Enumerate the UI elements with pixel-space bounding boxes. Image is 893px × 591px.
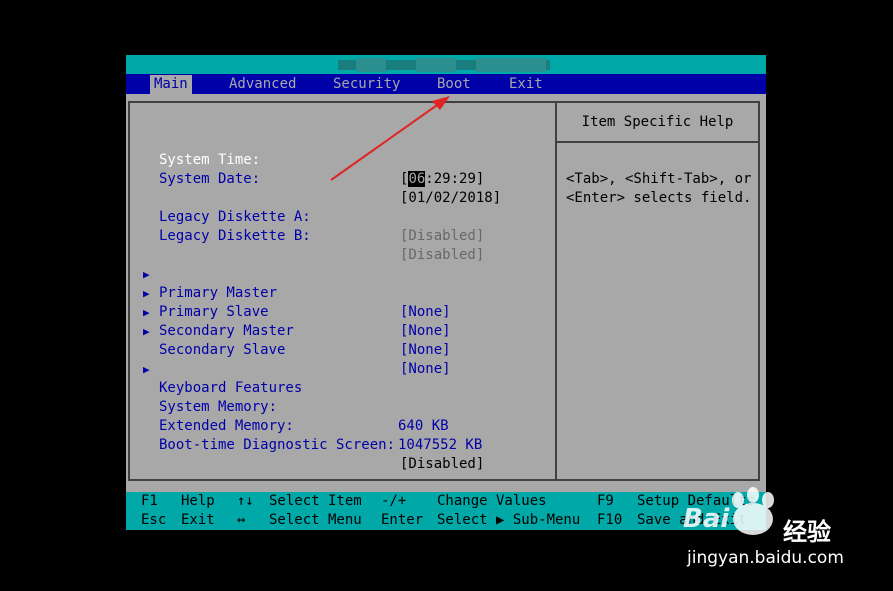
baidu-jingyan-watermark: Bai 经验 jingyan.baidu.com <box>683 486 883 581</box>
watermark-brand-cn: 经验 <box>783 518 831 546</box>
watermark-brand: Bai <box>683 504 730 534</box>
watermark-url: jingyan.baidu.com <box>687 548 844 568</box>
